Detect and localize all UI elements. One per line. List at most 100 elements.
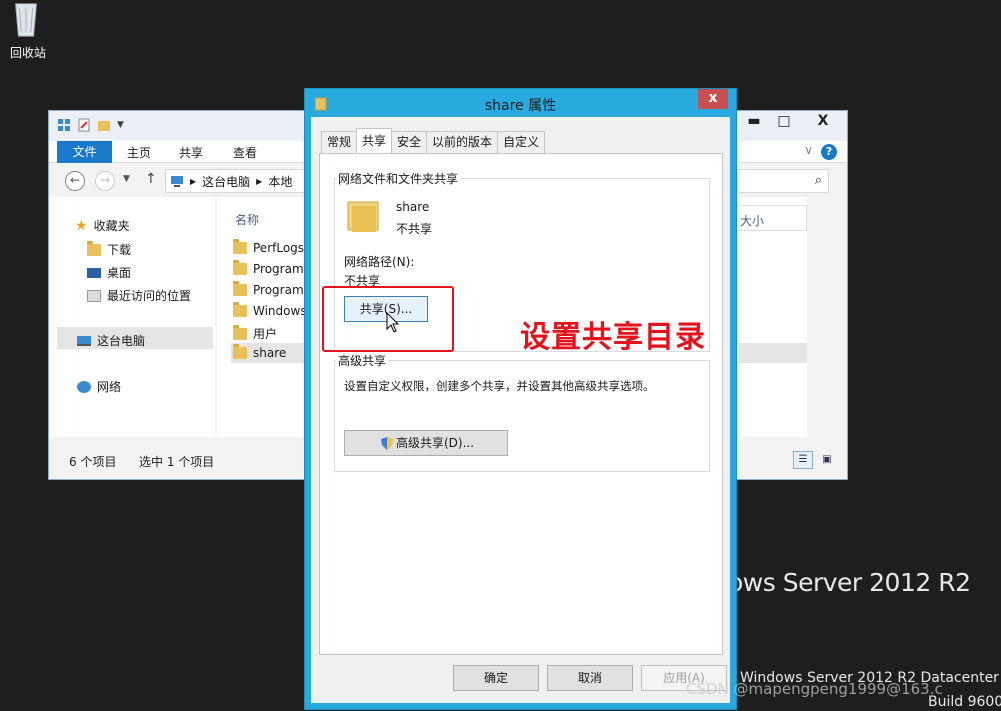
status-item-count: 6 个项目: [69, 455, 117, 469]
sidebar-item-downloads[interactable]: 下载: [87, 240, 132, 258]
new-folder-icon[interactable]: [97, 118, 111, 132]
file-name: PerfLogs: [253, 241, 305, 255]
file-name: Program: [253, 283, 304, 297]
status-selected-count: 选中 1 个项目: [139, 455, 215, 469]
search-input[interactable]: ⌕: [737, 169, 829, 193]
list-item[interactable]: Program: [233, 281, 304, 297]
folder-icon: [233, 324, 247, 340]
annotation-label: 设置共享目录: [520, 320, 706, 355]
sidebar-item-recent[interactable]: 最近访问的位置: [87, 287, 191, 304]
sidebar-item-label: 网络: [97, 380, 122, 394]
address-bar[interactable]: ▶ 这台电脑 ▶ 本地: [165, 169, 305, 193]
share-status: 不共享: [396, 222, 433, 236]
quick-access-toolbar: ▼: [57, 118, 124, 132]
advanced-sharing-button[interactable]: 高级共享(D)...: [344, 430, 508, 456]
list-item[interactable]: share: [233, 344, 287, 360]
window-menu-icon[interactable]: [57, 118, 71, 132]
tab-sharing[interactable]: 共享: [356, 128, 393, 153]
view-toggle: ☰ ▣: [793, 451, 837, 469]
forward-arrow-icon[interactable]: →: [95, 171, 115, 191]
network-icon: [77, 380, 91, 393]
navigation-pane: ★ 收藏夹 下载 桌面 最近访问的位置 这台电脑 网络: [49, 197, 215, 437]
advanced-sharing-group-label: 高级共享: [336, 352, 389, 369]
large-icons-view-icon[interactable]: ▣: [817, 451, 837, 469]
minimize-button[interactable]: ▬: [739, 111, 769, 133]
list-item[interactable]: Program: [233, 260, 304, 276]
close-button[interactable]: X: [799, 111, 847, 133]
details-view-icon[interactable]: ☰: [793, 451, 813, 469]
os-brand-text: ows Server 2012 R2: [728, 568, 971, 597]
list-item[interactable]: Windows: [233, 302, 307, 318]
recent-places-icon: [87, 289, 101, 302]
star-icon: ★: [75, 217, 88, 234]
expand-ribbon-chevron-icon[interactable]: ∨: [804, 143, 813, 157]
breadcrumb-separator-icon: ▶: [190, 176, 197, 186]
dialog-titlebar: share 属性 x: [305, 89, 736, 117]
sidebar-item-label: 下载: [107, 243, 132, 257]
file-name: 用户: [253, 327, 278, 341]
ok-button[interactable]: 确定: [453, 665, 539, 691]
tab-file[interactable]: 文件: [57, 141, 112, 163]
breadcrumb-separator-icon: ▶: [256, 176, 263, 186]
tab-view[interactable]: 查看: [233, 144, 257, 161]
tab-security[interactable]: 安全: [391, 131, 428, 153]
folder-icon: [233, 239, 247, 254]
advanced-sharing-button-label: 高级共享(D)...: [395, 436, 475, 450]
explorer-window-controls: ▬ □ X: [739, 111, 847, 133]
downloads-folder-icon: [87, 240, 101, 256]
customize-toolbar-chevron-icon[interactable]: ▼: [117, 120, 124, 130]
uac-shield-icon: [381, 437, 393, 450]
network-sharing-group-label: 网络文件和文件夹共享: [336, 170, 461, 187]
sidebar-item-network[interactable]: 网络: [77, 378, 121, 395]
file-name: Program: [253, 262, 304, 276]
computer-icon: [77, 335, 91, 346]
tab-previous-versions[interactable]: 以前的版本: [426, 131, 499, 153]
csdn-watermark: CSDN @mapengpeng1999@163.c: [686, 680, 943, 698]
column-header-name[interactable]: 名称: [235, 211, 259, 228]
shared-folder-icon: [347, 201, 379, 232]
back-arrow-icon[interactable]: ←: [65, 171, 85, 191]
properties-icon[interactable]: [77, 118, 91, 132]
folder-icon: [233, 281, 247, 296]
network-path-label: 网络路径(N):: [344, 255, 415, 269]
recent-locations-chevron-icon[interactable]: ▼: [123, 174, 130, 184]
sidebar-item-label: 这台电脑: [97, 334, 146, 348]
computer-icon: [171, 176, 183, 187]
file-name: share: [253, 346, 287, 360]
mouse-pointer-icon: [386, 312, 400, 333]
tab-general[interactable]: 常规: [321, 131, 358, 153]
tab-customize[interactable]: 自定义: [497, 131, 546, 153]
sidebar-item-desktop[interactable]: 桌面: [87, 264, 131, 281]
dialog-close-button[interactable]: x: [698, 89, 728, 109]
sharing-tab-panel: 网络文件和文件夹共享 share 不共享 网络路径(N): 不共享 共享(S).…: [319, 153, 723, 655]
desktop-icon: [87, 267, 101, 278]
sidebar-item-favorites[interactable]: ★ 收藏夹: [75, 217, 130, 234]
sidebar-item-label: 收藏夹: [93, 219, 130, 233]
breadcrumb-this-pc[interactable]: 这台电脑: [202, 173, 250, 190]
file-name: Windows: [253, 304, 307, 318]
folder-name: share: [396, 200, 430, 214]
column-header-size[interactable]: 大小: [735, 205, 807, 231]
advanced-sharing-description: 设置自定义权限，创建多个共享，并设置其他高级共享选项。: [344, 379, 655, 393]
properties-dialog: share 属性 x 常规 共享 安全 以前的版本 自定义 网络文件和文件夹共享…: [304, 88, 737, 710]
recycle-bin-label: 回收站: [9, 46, 46, 60]
folder-icon: [233, 344, 247, 359]
sidebar-item-label: 最近访问的位置: [107, 289, 192, 303]
sidebar-item-label: 桌面: [107, 266, 132, 280]
maximize-button[interactable]: □: [769, 111, 799, 133]
folder-icon: [233, 260, 247, 275]
tab-home[interactable]: 主页: [127, 144, 151, 161]
recycle-bin-icon: [15, 3, 37, 37]
search-icon: ⌕: [814, 173, 822, 188]
cancel-button[interactable]: 取消: [547, 665, 633, 691]
breadcrumb-local-disk[interactable]: 本地: [268, 173, 292, 190]
dialog-body: 常规 共享 安全 以前的版本 自定义 网络文件和文件夹共享 share 不共享 …: [311, 117, 730, 703]
dialog-tabs: 常规 共享 安全 以前的版本 自定义: [321, 128, 546, 153]
sidebar-item-this-pc[interactable]: 这台电脑: [77, 332, 145, 349]
tab-share[interactable]: 共享: [179, 144, 203, 161]
list-item[interactable]: 用户: [233, 324, 278, 342]
help-icon[interactable]: ?: [821, 144, 837, 160]
dialog-title: share 属性: [484, 98, 557, 114]
list-item[interactable]: PerfLogs: [233, 239, 305, 255]
up-arrow-icon[interactable]: ↑: [145, 171, 157, 187]
